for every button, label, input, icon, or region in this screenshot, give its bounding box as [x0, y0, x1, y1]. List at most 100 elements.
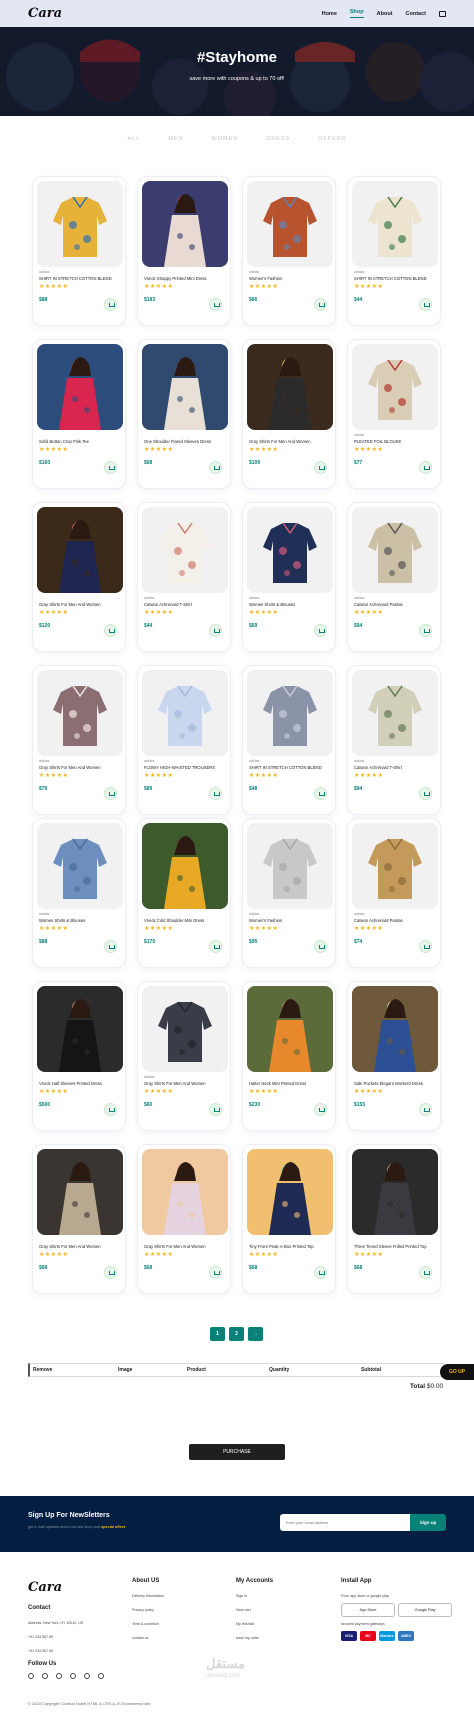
product-card[interactable]: Vneck Half Sleeves Printed Dress ★★★★★ $… — [32, 981, 126, 1131]
add-to-cart-button[interactable] — [209, 940, 222, 953]
link-view-cart[interactable]: View cart — [236, 1608, 273, 1612]
product-card[interactable]: Side Pockets Elegant Workerd Dress ★★★★★… — [347, 981, 441, 1131]
purchase-button[interactable]: PURCHASE — [189, 1444, 285, 1460]
product-image[interactable] — [142, 181, 228, 267]
product-image[interactable] — [247, 507, 333, 593]
add-to-cart-button[interactable] — [104, 624, 117, 637]
product-card[interactable]: Vneck Strappy Printed Mini Dress ★★★★★ $… — [137, 176, 231, 326]
product-image[interactable] — [352, 181, 438, 267]
page-2-button[interactable]: 2 — [229, 1327, 244, 1341]
product-image[interactable] — [37, 986, 123, 1072]
product-image[interactable] — [37, 344, 123, 430]
add-to-cart-button[interactable] — [419, 1103, 432, 1116]
product-image[interactable] — [37, 1149, 123, 1235]
product-card[interactable]: adidas Women Shirts & Blouses ★★★★★ $88 — [32, 818, 126, 968]
product-image[interactable] — [247, 823, 333, 909]
product-card[interactable]: adidas Women's Fashion ★★★★★ $66 — [242, 176, 336, 326]
product-card[interactable]: Halter Neck Mini Printed Dress ★★★★★ $23… — [242, 981, 336, 1131]
product-image[interactable] — [37, 823, 123, 909]
product-card[interactable]: Gray Shirts For Men And Women ★★★★★ $68 — [137, 1144, 231, 1294]
link-delivery[interactable]: Delivery Information — [132, 1594, 164, 1598]
add-to-cart-button[interactable] — [314, 1103, 327, 1116]
product-image[interactable] — [352, 986, 438, 1072]
link-privacy[interactable]: Privacy policy — [132, 1608, 164, 1612]
product-image[interactable] — [37, 181, 123, 267]
product-card[interactable]: adidas Catwon Achrenard Pantas ★★★★★ $74 — [347, 818, 441, 968]
add-to-cart-button[interactable] — [209, 461, 222, 474]
product-card[interactable]: adidas Gray Shirts For Men And Women ★★★… — [137, 981, 231, 1131]
product-image[interactable] — [247, 986, 333, 1072]
add-to-cart-button[interactable] — [209, 787, 222, 800]
linkedin-icon[interactable] — [84, 1673, 90, 1679]
add-to-cart-button[interactable] — [314, 787, 327, 800]
add-to-cart-button[interactable] — [419, 1266, 432, 1279]
add-to-cart-button[interactable] — [104, 940, 117, 953]
product-image[interactable] — [142, 823, 228, 909]
product-card[interactable]: adidas Women Shirts & Blouses ★★★★★ $69 — [242, 502, 336, 652]
product-card[interactable]: Gray Shirts For Men And Women ★★★★★ $68 — [32, 1144, 126, 1294]
signup-button[interactable]: Sign up — [410, 1514, 446, 1531]
add-to-cart-button[interactable] — [419, 624, 432, 637]
product-card[interactable]: adidas Catwon Achrenard T-Shirt ★★★★★ $9… — [347, 665, 441, 815]
google-play-button[interactable]: Google Play — [398, 1603, 452, 1617]
product-image[interactable] — [352, 823, 438, 909]
product-card[interactable]: adidas Catwon Achrenard Pantas ★★★★★ $94 — [347, 502, 441, 652]
product-image[interactable] — [37, 670, 123, 756]
product-card[interactable]: adidas SHIRT IN STRETCH COTTON BLEND ★★★… — [242, 665, 336, 815]
product-card[interactable]: Three Tiered Sleeve Frilled Printed Top … — [347, 1144, 441, 1294]
link-contact[interactable]: contact us — [132, 1636, 164, 1640]
product-card[interactable]: adidas FLOWY HIGH-WAISTED TROUSERS ★★★★★… — [137, 665, 231, 815]
add-to-cart-button[interactable] — [314, 298, 327, 311]
product-image[interactable] — [352, 670, 438, 756]
add-to-cart-button[interactable] — [209, 298, 222, 311]
link-sign-in[interactable]: Sign in — [236, 1594, 273, 1598]
add-to-cart-button[interactable] — [209, 1103, 222, 1116]
add-to-cart-button[interactable] — [104, 1266, 117, 1279]
product-image[interactable] — [142, 1149, 228, 1235]
app-store-button[interactable]: App Store — [341, 1603, 395, 1617]
product-image[interactable] — [352, 507, 438, 593]
add-to-cart-button[interactable] — [209, 624, 222, 637]
add-to-cart-button[interactable] — [419, 940, 432, 953]
link-terms[interactable]: Term & condition — [132, 1622, 164, 1626]
add-to-cart-button[interactable] — [104, 461, 117, 474]
page-1-button[interactable]: 1 — [210, 1327, 225, 1341]
product-card[interactable]: adidas Gray Shirts For Men And Women ★★★… — [32, 665, 126, 815]
product-card[interactable]: adidas PLEATED FOIL BLOUSE ★★★★★ $77 — [347, 339, 441, 489]
product-card[interactable]: Vneck Cold Shoulder Mini Dress ★★★★★ $17… — [137, 818, 231, 968]
instagram-icon[interactable] — [70, 1673, 76, 1679]
add-to-cart-button[interactable] — [419, 298, 432, 311]
next-page-button[interactable]: → — [248, 1327, 263, 1341]
add-to-cart-button[interactable] — [209, 1266, 222, 1279]
product-image[interactable] — [37, 507, 123, 593]
product-card[interactable]: Tiny Front Peak-A-Boo Printed Top ★★★★★ … — [242, 1144, 336, 1294]
product-image[interactable] — [247, 181, 333, 267]
twitter-icon[interactable] — [42, 1673, 48, 1679]
product-card[interactable]: Gray Shirts For Men And Women ★★★★★ $109 — [242, 339, 336, 489]
footer-logo[interactable]: Cara — [28, 1580, 104, 1595]
github-icon[interactable] — [98, 1673, 104, 1679]
add-to-cart-button[interactable] — [314, 461, 327, 474]
add-to-cart-button[interactable] — [104, 787, 117, 800]
product-card[interactable]: Gray Shirts For Men And Women ★★★★★ $120 — [32, 502, 126, 652]
link-track-order[interactable]: track my order — [236, 1636, 273, 1640]
product-card[interactable]: adidas Catwon Achrenard T-Shirt ★★★★★ $4… — [137, 502, 231, 652]
add-to-cart-button[interactable] — [419, 461, 432, 474]
product-card[interactable]: adidas Women's Fashion ★★★★★ $95 — [242, 818, 336, 968]
add-to-cart-button[interactable] — [419, 787, 432, 800]
product-image[interactable] — [142, 507, 228, 593]
go-up-button[interactable]: GO UP — [440, 1364, 474, 1380]
product-card[interactable]: Solid Button Crop Pink Tee ★★★★★ $160 — [32, 339, 126, 489]
product-image[interactable] — [247, 670, 333, 756]
product-image[interactable] — [142, 986, 228, 1072]
add-to-cart-button[interactable] — [314, 940, 327, 953]
add-to-cart-button[interactable] — [104, 298, 117, 311]
newsletter-email-input[interactable]: Enter your email address — [280, 1514, 410, 1531]
product-image[interactable] — [352, 1149, 438, 1235]
product-card[interactable]: adidas SHIRT IN STRETCH COTTON BLEND ★★★… — [32, 176, 126, 326]
product-image[interactable] — [247, 1149, 333, 1235]
add-to-cart-button[interactable] — [314, 624, 327, 637]
product-image[interactable] — [247, 344, 333, 430]
product-image[interactable] — [142, 670, 228, 756]
product-card[interactable]: One Shoulder Flared Sleeves Dress ★★★★★ … — [137, 339, 231, 489]
